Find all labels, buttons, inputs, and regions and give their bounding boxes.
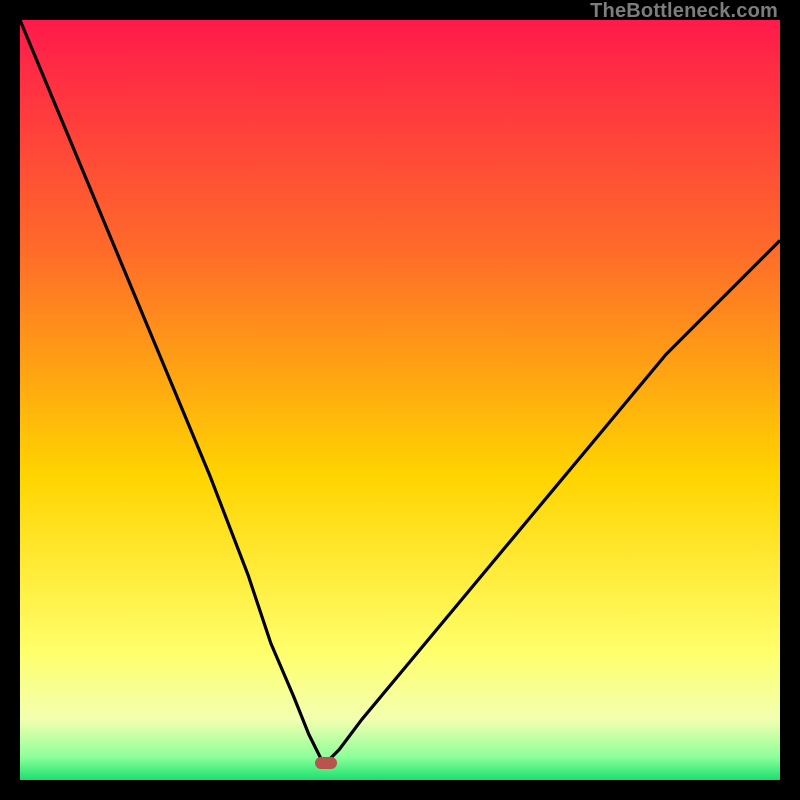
plot-area <box>20 20 780 780</box>
optimum-marker <box>315 757 337 769</box>
chart-frame: TheBottleneck.com <box>0 0 800 800</box>
bottleneck-curve <box>20 20 780 780</box>
